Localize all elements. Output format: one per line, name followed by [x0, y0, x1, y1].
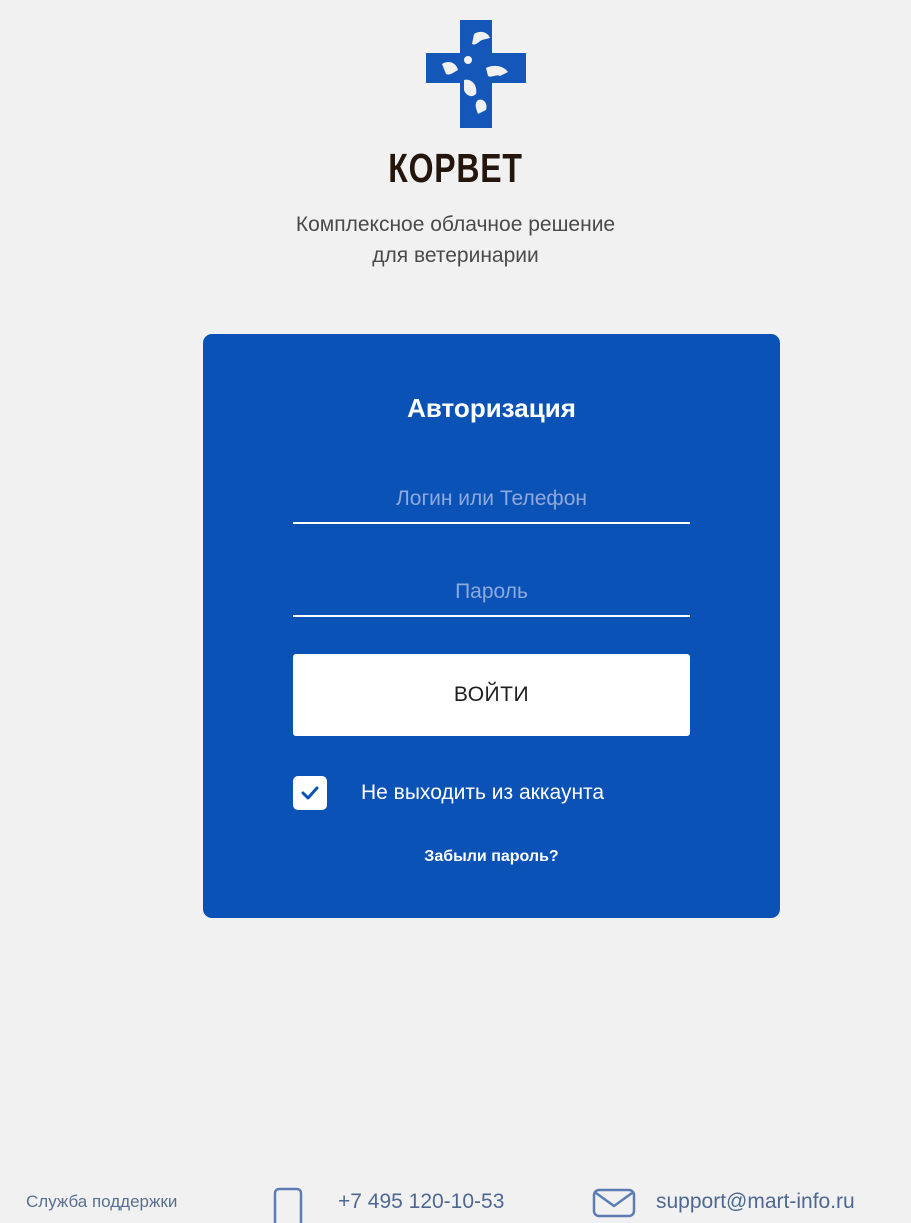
checkmark-icon — [301, 786, 319, 800]
tagline-line-2: для ветеринарии — [372, 244, 539, 267]
support-label: Служба поддержки — [26, 1192, 178, 1211]
login-input[interactable] — [293, 476, 690, 524]
tagline-line-1: Комплексное облачное решение — [295, 213, 616, 236]
remember-me-checkbox[interactable] — [293, 776, 327, 810]
login-card: Авторизация ВОЙТИ Не выходить из аккаунт… — [203, 334, 780, 918]
envelope-icon — [592, 1188, 636, 1218]
login-title: Авторизация — [407, 393, 576, 423]
password-input[interactable] — [293, 569, 690, 617]
forgot-password-link[interactable]: Забыли пароль? — [203, 848, 780, 866]
login-button[interactable]: ВОЙТИ — [293, 654, 690, 736]
remember-me-label[interactable]: Не выходить из аккаунта — [361, 781, 604, 805]
support-email-link[interactable]: support@mart-info.ru — [656, 1190, 855, 1214]
tagline: Комплексное облачное решение для ветерин… — [0, 209, 911, 271]
remember-me: Не выходить из аккаунта — [293, 776, 604, 810]
cross-with-animals-logo — [426, 20, 526, 128]
brand-name: КОРВЕТ — [388, 145, 523, 191]
phone-icon — [273, 1187, 303, 1223]
support-phone[interactable]: +7 495 120-10-53 — [338, 1190, 504, 1214]
